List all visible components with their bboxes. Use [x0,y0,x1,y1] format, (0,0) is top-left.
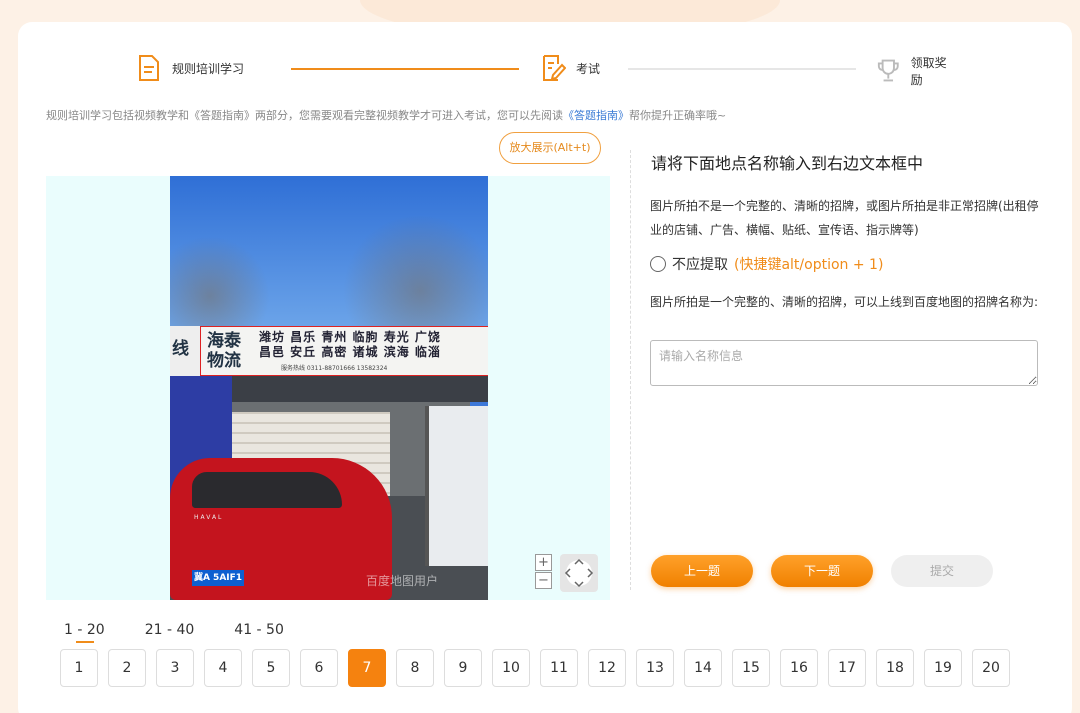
question-pages: 1 2 3 4 5 6 7 8 9 10 11 12 13 14 15 16 1… [60,649,1020,687]
range-tab[interactable]: 21 - 40 [145,622,195,638]
zoom-in-button[interactable]: + [535,554,552,571]
document-icon [139,55,159,81]
watermark: 百度地图用户 [366,574,439,588]
image-viewer[interactable]: 线 海泰物流 潍坊 昌乐 青州 临朐 寿光 广饶 昌邑 安丘 高密 诸城 滨海 … [46,176,610,600]
page-button[interactable]: 9 [444,649,482,687]
sign-row: 昌邑 安丘 高密 诸城 滨海 临淄 [259,345,441,359]
photo-white-truck [425,406,488,566]
sign-phone: 服务热线 0311-88701666 13582324 [281,365,388,372]
skip-radio[interactable] [650,256,666,272]
page-button[interactable]: 12 [588,649,626,687]
step-exam: 考试 [540,54,600,82]
edit-document-icon [543,55,566,81]
page-button[interactable]: 1 [60,649,98,687]
trophy-icon [877,59,899,82]
street-photo: 线 海泰物流 潍坊 昌乐 青州 临朐 寿光 广饶 昌邑 安丘 高密 诸城 滨海 … [170,176,488,600]
license-plate: 冀A 5AIF1 [192,570,244,586]
exam-card: 规则培训学习 考试 领取奖励 规则培训学习包括视频教学和《答题指南》两部分，您需… [18,22,1072,713]
page-button[interactable]: 17 [828,649,866,687]
submit-button[interactable]: 提交 [891,555,993,587]
next-question-button[interactable]: 下一题 [771,555,873,587]
range-tab[interactable]: 1 - 20 [64,622,105,643]
page-button[interactable]: 14 [684,649,722,687]
page-button[interactable]: 10 [492,649,530,687]
step-label-training: 规则培训学习 [172,61,245,76]
step-label-exam: 考试 [576,61,601,76]
pan-control[interactable] [560,554,598,592]
shop-sign: 海泰物流 潍坊 昌乐 青州 临朐 寿光 广饶 昌邑 安丘 高密 诸城 滨海 临淄… [200,326,488,376]
name-input[interactable] [650,340,1038,386]
range-tab[interactable]: 41 - 50 [234,622,284,638]
question-valid-description: 图片所拍是一个完整的、清晰的招牌，可以上线到百度地图的招牌名称为: [650,295,1039,309]
step-connector [291,68,519,70]
step-training: 规则培训学习 [136,54,244,82]
skip-radio-label: 不应提取 [672,257,728,273]
page-button[interactable]: 20 [972,649,1010,687]
page-button-current[interactable]: 7 [348,649,386,687]
car-window [192,472,342,508]
guide-link[interactable]: 《答题指南》 [563,109,629,122]
zoom-out-button[interactable]: − [535,572,552,589]
page-button[interactable]: 16 [780,649,818,687]
sign-cities: 潍坊 昌乐 青州 临朐 寿光 广饶 昌邑 安丘 高密 诸城 滨海 临淄 [259,330,441,360]
panel-divider [630,150,631,590]
progress-steps: 规则培训学习 考试 领取奖励 [136,54,956,87]
zoom-display-button[interactable]: 放大展示(Alt+t) [499,132,601,164]
page-range-tabs: 1 - 20 21 - 40 41 - 50 [64,622,324,643]
skip-shortcut-hint: (快捷键alt/option + 1) [734,257,884,273]
step-connector [628,68,856,70]
page-button[interactable]: 5 [252,649,290,687]
instruction-text-before: 规则培训学习包括视频教学和《答题指南》两部分，您需要观看完整视频教学才可进入考试… [46,109,563,122]
sign-company-name: 海泰物流 [207,331,241,371]
instruction-text: 规则培训学习包括视频教学和《答题指南》两部分，您需要观看完整视频教学才可进入考试… [46,107,726,123]
step-label-reward: 领取奖励 [910,56,947,87]
photo-red-car: HAVAL 冀A 5AIF1 [170,458,392,600]
question-title: 请将下面地点名称输入到右边文本框中 [651,154,924,173]
page-button[interactable]: 18 [876,649,914,687]
sign-row: 潍坊 昌乐 青州 临朐 寿光 广饶 [259,330,441,344]
pan-arrows-icon [564,558,594,588]
page-button[interactable]: 11 [540,649,578,687]
page-button[interactable]: 13 [636,649,674,687]
page-button[interactable]: 15 [732,649,770,687]
page-button[interactable]: 8 [396,649,434,687]
page-button[interactable]: 4 [204,649,242,687]
page-button[interactable]: 19 [924,649,962,687]
page-button[interactable]: 6 [300,649,338,687]
page-button[interactable]: 2 [108,649,146,687]
prev-question-button[interactable]: 上一题 [651,555,753,587]
skip-option[interactable]: 不应提取 (快捷键alt/option + 1) [650,254,883,274]
instruction-text-after: 帮你提升正确率哦~ [629,109,727,122]
car-brand: HAVAL [194,514,224,521]
step-reward: 领取奖励 [876,54,956,88]
question-invalid-description: 图片所拍不是一个完整的、清晰的招牌，或图片所拍是非正常招牌(出租停业的店铺、广告… [650,199,1039,237]
page-button[interactable]: 3 [156,649,194,687]
sign-edge-text: 线 [170,326,200,376]
